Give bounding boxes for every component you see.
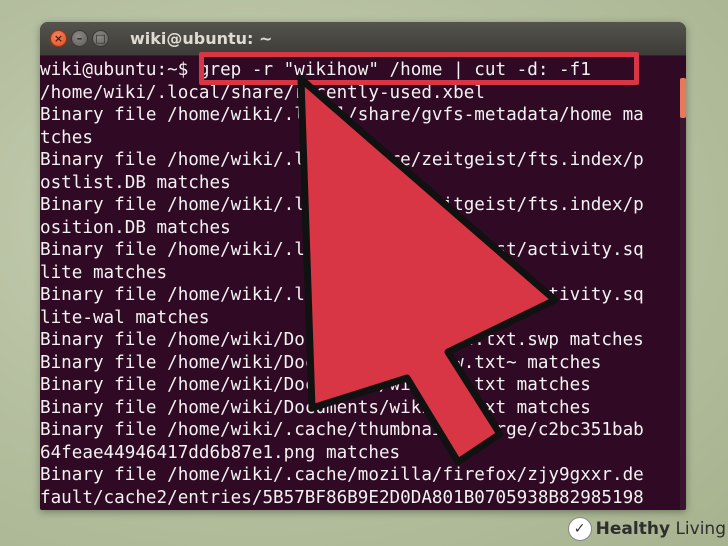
- terminal-window[interactable]: × – □ wiki@ubuntu: ~ wiki@ubuntu:~$ grep…: [40, 22, 686, 510]
- output-line: osition.DB matches: [40, 217, 231, 238]
- output-line: fault/cache2/entries/5B57BF86B9E2D0DA801…: [40, 487, 644, 508]
- terminal-output[interactable]: wiki@ubuntu:~$ grep -r "wikihow" /home |…: [40, 56, 686, 510]
- output-line: ostlist.DB matches: [40, 172, 231, 193]
- output-line: Binary file /home/wiki/.local/share/zeit…: [40, 150, 644, 170]
- output-line: Binary file /home/wiki/Documents/wikihow…: [40, 352, 602, 373]
- output-line: 64feae44946417dd6b87e1.png matches: [40, 442, 401, 463]
- title-bar[interactable]: × – □ wiki@ubuntu: ~: [40, 22, 686, 56]
- prompt: wiki@ubuntu:~$: [40, 60, 199, 80]
- command-highlight-box: [199, 52, 639, 85]
- output-line: Binary file /home/wiki/.local/share/zeit…: [40, 285, 644, 305]
- watermark-text: Healthy Living: [595, 519, 726, 539]
- output-line: Binary file /home/wiki/.local/share/zeit…: [40, 195, 644, 215]
- maximize-icon[interactable]: □: [92, 30, 109, 47]
- watermark: ✓ Healthy Living: [567, 517, 726, 541]
- output-line: lite-wal matches: [40, 307, 210, 328]
- window-title: wiki@ubuntu: ~: [130, 29, 273, 48]
- output-line: Binary file /home/wiki/Documents/.wikiho…: [40, 330, 644, 350]
- output-line: Binary file /home/wiki/.cache/thumbnails…: [40, 420, 644, 440]
- output-line: Binary file /home/wiki/Documents/wikihow…: [40, 397, 591, 418]
- scrollbar-thumb[interactable]: [680, 78, 686, 118]
- output-line: tches: [40, 127, 93, 148]
- watermark-logo-icon: ✓: [567, 517, 592, 541]
- output-line: Binary file /home/wiki/.local/share/zeit…: [40, 240, 644, 260]
- minimize-icon[interactable]: –: [71, 30, 88, 47]
- output-line: lite matches: [40, 262, 168, 283]
- close-icon[interactable]: ×: [50, 30, 67, 47]
- output-line: Binary file /home/wiki/.local/share/gvfs…: [40, 105, 644, 125]
- output-line: Binary file /home/wiki/.cache/mozilla/fi…: [40, 465, 644, 485]
- output-line: Binary file /home/wiki/Documents/wikihow…: [40, 375, 591, 395]
- scrollbar[interactable]: [680, 78, 686, 510]
